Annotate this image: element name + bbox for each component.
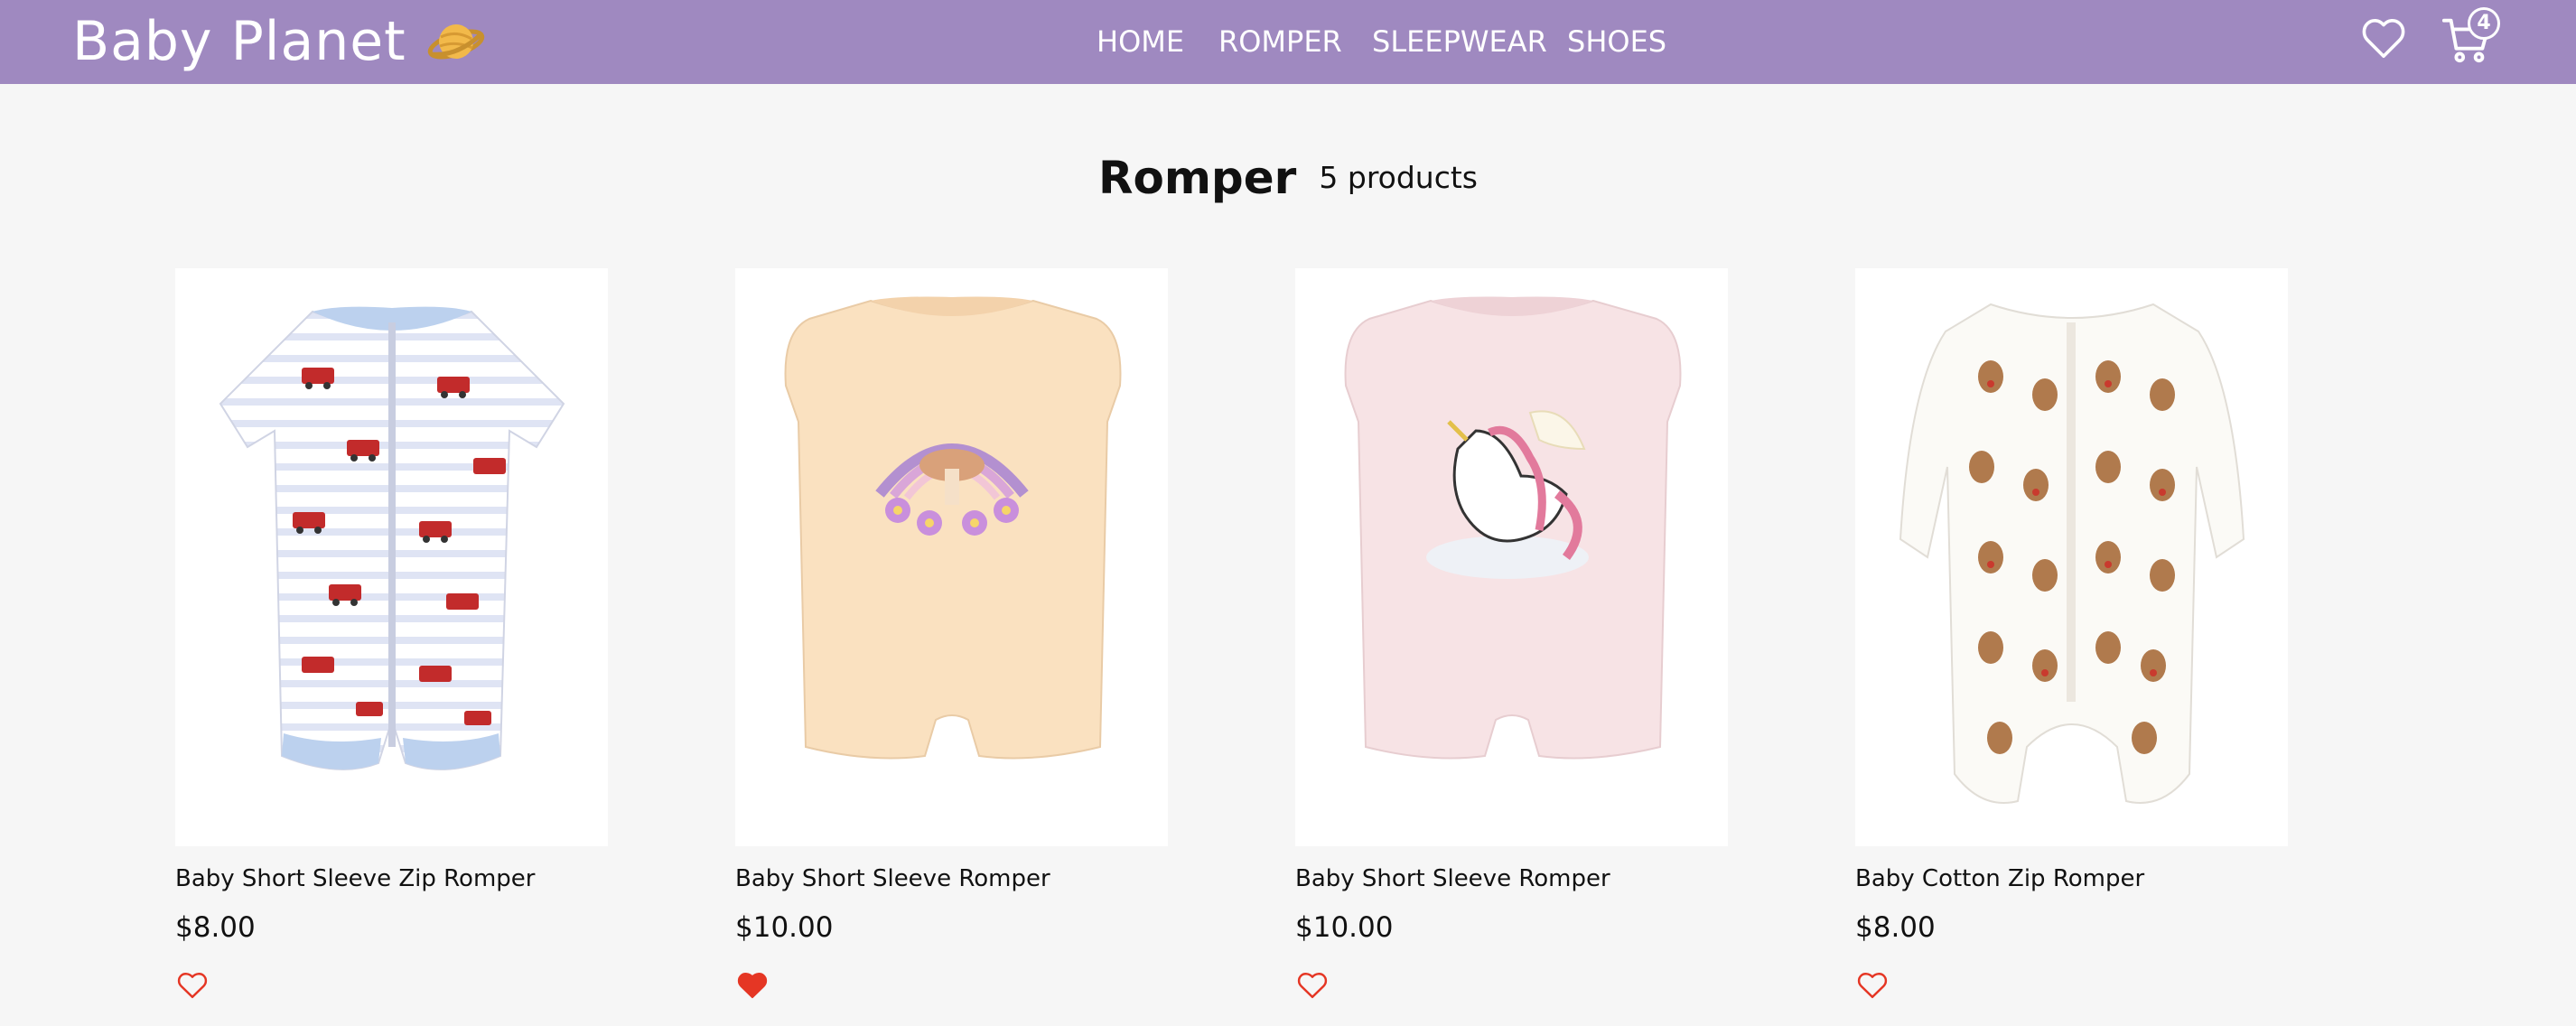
nav-shoes[interactable]: SHOES xyxy=(1567,22,1666,61)
romper-reindeer-image xyxy=(1899,303,2245,804)
product-card[interactable]: Baby Short Sleeve Zip Romper $8.00 xyxy=(175,268,608,1000)
product-name[interactable]: Baby Short Sleeve Zip Romper xyxy=(175,863,608,895)
nav-sleepwear[interactable]: SLEEPWEAR xyxy=(1372,22,1547,61)
product-price: $8.00 xyxy=(175,911,256,944)
favorite-heart-icon[interactable] xyxy=(1855,969,1890,1000)
product-name[interactable]: Baby Short Sleeve Romper xyxy=(1295,863,1728,895)
product-card[interactable]: Baby Short Sleeve Romper $10.00 xyxy=(1295,268,1728,1000)
romper-mushroom-image xyxy=(784,296,1122,760)
product-price: $10.00 xyxy=(1295,911,1394,944)
nav-home[interactable]: HOME xyxy=(1097,22,1184,61)
product-name[interactable]: Baby Cotton Zip Romper xyxy=(1855,863,2288,895)
planet-icon xyxy=(427,24,484,60)
favorite-heart-icon[interactable] xyxy=(1295,969,1330,1000)
product-image[interactable] xyxy=(735,268,1168,846)
nav-romper[interactable]: ROMPER xyxy=(1218,22,1342,61)
product-name[interactable]: Baby Short Sleeve Romper xyxy=(735,863,1168,895)
cart-button[interactable]: 4 xyxy=(2441,7,2500,65)
romper-firetruck-image xyxy=(219,306,565,770)
cart-count-badge: 4 xyxy=(2468,7,2500,40)
product-price: $10.00 xyxy=(735,911,834,944)
logo[interactable]: Baby Planet xyxy=(72,5,486,78)
product-count: 5 products xyxy=(1319,160,1478,195)
product-image[interactable] xyxy=(1855,268,2288,846)
product-card[interactable]: Baby Short Sleeve Romper $10.00 xyxy=(735,268,1168,1000)
product-image[interactable] xyxy=(175,268,608,846)
logo-text: Baby Planet xyxy=(72,10,406,73)
top-navigation-bar: Baby Planet HOME ROMPER SLEEPWEAR SHOES … xyxy=(0,0,2576,84)
page-title: Romper xyxy=(1097,152,1297,204)
product-image[interactable] xyxy=(1295,268,1728,846)
product-card[interactable]: Baby Cotton Zip Romper $8.00 xyxy=(1855,268,2288,1000)
favorite-heart-icon[interactable] xyxy=(175,969,210,1000)
favorite-heart-filled-icon[interactable] xyxy=(735,969,770,1000)
romper-unicorn-image xyxy=(1344,296,1682,760)
product-price: $8.00 xyxy=(1855,911,1936,944)
wishlist-heart-icon[interactable] xyxy=(2359,14,2408,62)
page-heading: Romper 5 products xyxy=(0,152,2576,204)
